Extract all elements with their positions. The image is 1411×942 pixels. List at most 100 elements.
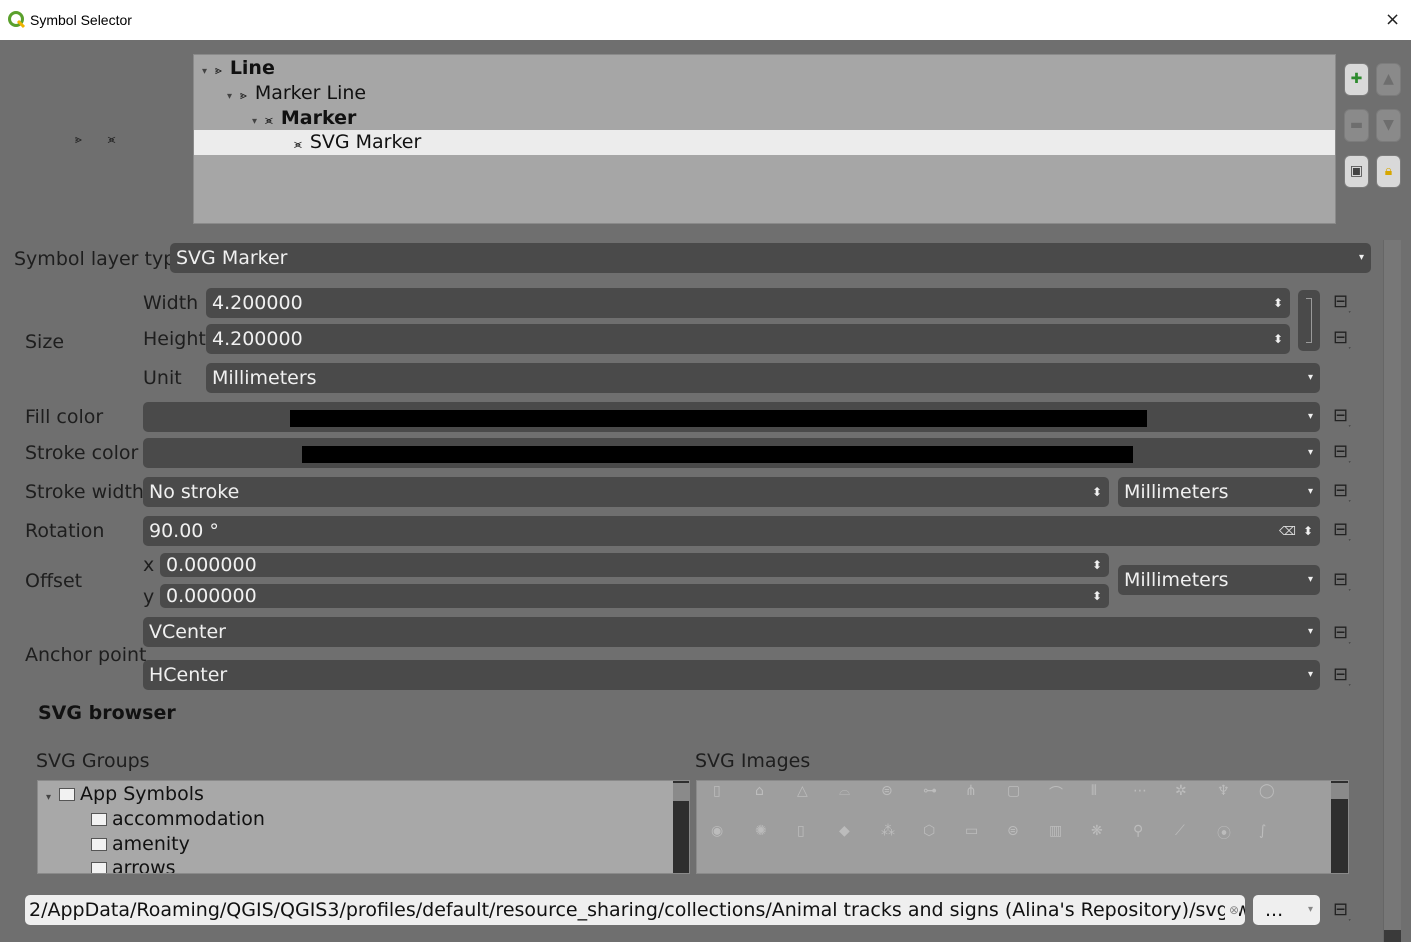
symbol-layer-tree[interactable]: ▾ ⪢ Line ▾ ⪢ Marker Line ▾ ⪤ Marker ⪤ SVG Marke… — [193, 54, 1336, 224]
spinner-icon[interactable]: ⬍ — [1303, 516, 1313, 546]
unit-select[interactable]: Millimeters ▾ — [206, 363, 1320, 393]
svg-image-icon[interactable]: ◉ — [711, 823, 723, 839]
chevron-down-icon: ▾ — [1307, 447, 1313, 458]
main-vertical-scrollbar[interactable] — [1383, 240, 1401, 942]
expand-arrow-icon[interactable]: ▾ — [46, 792, 51, 803]
svg-image-icon[interactable]: ⟋ — [1175, 823, 1185, 839]
spinner-icon[interactable]: ⬍ — [1092, 477, 1102, 507]
svg-image-icon[interactable]: ◆ — [839, 823, 850, 839]
anchor-point-label: Anchor point — [25, 644, 147, 666]
data-defined-override-icon[interactable]: ⊟ — [1333, 899, 1351, 920]
svg-image-icon[interactable]: ⌒ — [1049, 783, 1063, 803]
duplicate-layer-button[interactable]: ▣ — [1344, 155, 1369, 188]
spinner-icon[interactable]: ⬍ — [1273, 324, 1283, 354]
offset-y-input[interactable]: 0.000000 ⬍ — [160, 584, 1109, 608]
stroke-color-button[interactable]: ▾ — [143, 438, 1320, 468]
svg-image-icon[interactable]: ✲ — [1175, 783, 1187, 799]
close-icon[interactable]: × — [1385, 9, 1400, 30]
svg-groups-tree[interactable]: ▾ App Symbols accommodation amenity arrow… — [37, 780, 690, 874]
svg-image-icon[interactable]: ⫴ — [1091, 783, 1097, 799]
chevron-down-icon: ▾ — [1307, 574, 1313, 585]
data-defined-override-icon[interactable]: ⊟ — [1333, 480, 1351, 501]
svg-groups-scrollbar[interactable] — [673, 781, 689, 873]
data-defined-override-icon[interactable]: ⊟ — [1333, 291, 1351, 312]
folder-icon — [91, 838, 107, 851]
svg-images-label: SVG Images — [695, 750, 811, 772]
list-item[interactable]: accommodation — [91, 807, 265, 832]
list-item[interactable]: arrows — [91, 856, 176, 873]
svg-image-icon[interactable]: ⦿ — [1217, 823, 1231, 843]
svg-image-icon[interactable]: ▥ — [1049, 823, 1062, 839]
data-defined-override-icon[interactable]: ⊟ — [1333, 622, 1351, 643]
svg-image-icon[interactable]: ⬡ — [923, 823, 935, 839]
scrollbar-thumb[interactable] — [1331, 783, 1348, 799]
svg-image-icon[interactable]: ▯ — [797, 823, 805, 839]
svg-image-icon[interactable]: ▭ — [965, 823, 978, 839]
data-defined-override-icon[interactable]: ⊟ — [1333, 519, 1351, 540]
title-bar: Symbol Selector × — [0, 0, 1411, 40]
svg-image-icon[interactable]: ⌂ — [755, 783, 764, 799]
fill-color-button[interactable]: ▾ — [143, 402, 1320, 432]
svg-image-icon[interactable]: ⁂ — [881, 823, 895, 839]
list-item[interactable]: amenity — [91, 832, 190, 857]
offset-unit-select[interactable]: Millimeters ▾ — [1118, 565, 1320, 595]
clear-icon[interactable]: ⌫ — [1279, 516, 1296, 546]
svg-image-icon[interactable]: ∫ — [1259, 823, 1266, 839]
svg-path-input[interactable]: 2/AppData/Roaming/QGIS/QGIS3/profiles/de… — [25, 895, 1245, 925]
svg-image-icon[interactable]: ▢ — [1007, 783, 1020, 799]
data-defined-override-icon[interactable]: ⊟ — [1333, 405, 1351, 426]
width-input[interactable]: 4.200000 ⬍ — [206, 288, 1290, 318]
clear-icon[interactable]: ⊗ — [1224, 895, 1239, 925]
rotation-input[interactable]: 90.00 ° ⌫ ⬍ — [143, 516, 1320, 546]
anchor-vertical-select[interactable]: VCenter ▾ — [143, 617, 1320, 647]
window-title: Symbol Selector — [30, 12, 132, 28]
svg-image-icon[interactable]: ▯ — [713, 783, 721, 799]
svg-image-icon[interactable]: ❋ — [1091, 823, 1103, 839]
spinner-icon[interactable]: ⬍ — [1092, 584, 1102, 608]
stroke-width-unit-select[interactable]: Millimeters ▾ — [1118, 477, 1320, 507]
scrollbar-thumb[interactable] — [1384, 930, 1401, 942]
browse-button[interactable]: ... ▾ — [1253, 895, 1320, 925]
svg-image-icon[interactable]: ⊜ — [1007, 823, 1019, 839]
svg-images-grid[interactable]: ▯ ⌂ △ ⌓ ⊜ ⊶ ⋔ ▢ ⌒ ⫴ ⋯ ✲ ♆ ◯ ◉ ✺ ▯ ◆ ⁂ ⬡ … — [696, 780, 1349, 874]
list-item[interactable]: ▾ App Symbols — [46, 782, 204, 807]
data-defined-override-icon[interactable]: ⊟ — [1333, 441, 1351, 462]
spinner-icon[interactable]: ⬍ — [1273, 288, 1283, 318]
svg-image-icon[interactable]: ⋔ — [965, 783, 977, 799]
scrollbar-thumb[interactable] — [673, 783, 689, 801]
svg-image-icon[interactable]: ⚲ — [1133, 823, 1143, 839]
svg-image-icon[interactable]: ⋯ — [1133, 783, 1147, 799]
svg-image-icon[interactable]: ◯ — [1259, 783, 1275, 799]
stroke-width-input[interactable]: No stroke ⬍ — [143, 477, 1109, 507]
svg-image-icon[interactable]: ⊜ — [881, 783, 893, 799]
data-defined-override-icon[interactable]: ⊟ — [1333, 327, 1351, 348]
data-defined-override-icon[interactable]: ⊟ — [1333, 664, 1351, 685]
spinner-icon[interactable]: ⬍ — [1092, 553, 1102, 577]
symbol-layer-type-select[interactable]: SVG Marker ▾ — [170, 243, 1371, 273]
tree-row-line[interactable]: ▾ ⪢ Line — [194, 56, 1335, 81]
tree-row-marker-line[interactable]: ▾ ⪢ Marker Line — [194, 81, 1335, 106]
svg-image-icon[interactable]: ⌓ — [839, 783, 850, 799]
move-up-button[interactable]: ▲ — [1376, 63, 1401, 96]
tree-row-marker[interactable]: ▾ ⪤ Marker — [194, 106, 1335, 131]
move-down-button[interactable]: ▼ — [1376, 109, 1401, 142]
lock-layer-button[interactable]: 🔒︎ — [1376, 155, 1401, 188]
lock-aspect-ratio-button[interactable] — [1298, 290, 1320, 351]
expand-arrow-icon[interactable]: ▾ — [202, 66, 207, 77]
symbol-preview: ⪢ ⪤ — [75, 132, 137, 147]
height-input[interactable]: 4.200000 ⬍ — [206, 324, 1290, 354]
svg-image-icon[interactable]: ⊶ — [923, 783, 937, 799]
anchor-horizontal-select[interactable]: HCenter ▾ — [143, 660, 1320, 690]
svg-images-scrollbar[interactable] — [1331, 781, 1348, 873]
data-defined-override-icon[interactable]: ⊟ — [1333, 569, 1351, 590]
add-layer-button[interactable]: ✚ — [1344, 63, 1369, 96]
expand-arrow-icon[interactable]: ▾ — [227, 91, 232, 102]
tree-row-svg-marker[interactable]: ⪤ SVG Marker — [194, 130, 1335, 155]
offset-x-input[interactable]: 0.000000 ⬍ — [160, 553, 1109, 577]
svg-image-icon[interactable]: △ — [797, 783, 808, 799]
line-symbol-icon: ⪢ — [75, 132, 82, 146]
svg-image-icon[interactable]: ✺ — [755, 823, 767, 839]
svg-image-icon[interactable]: ♆ — [1217, 783, 1230, 799]
expand-arrow-icon[interactable]: ▾ — [252, 116, 257, 127]
remove-layer-button[interactable]: ▬ — [1344, 109, 1369, 142]
